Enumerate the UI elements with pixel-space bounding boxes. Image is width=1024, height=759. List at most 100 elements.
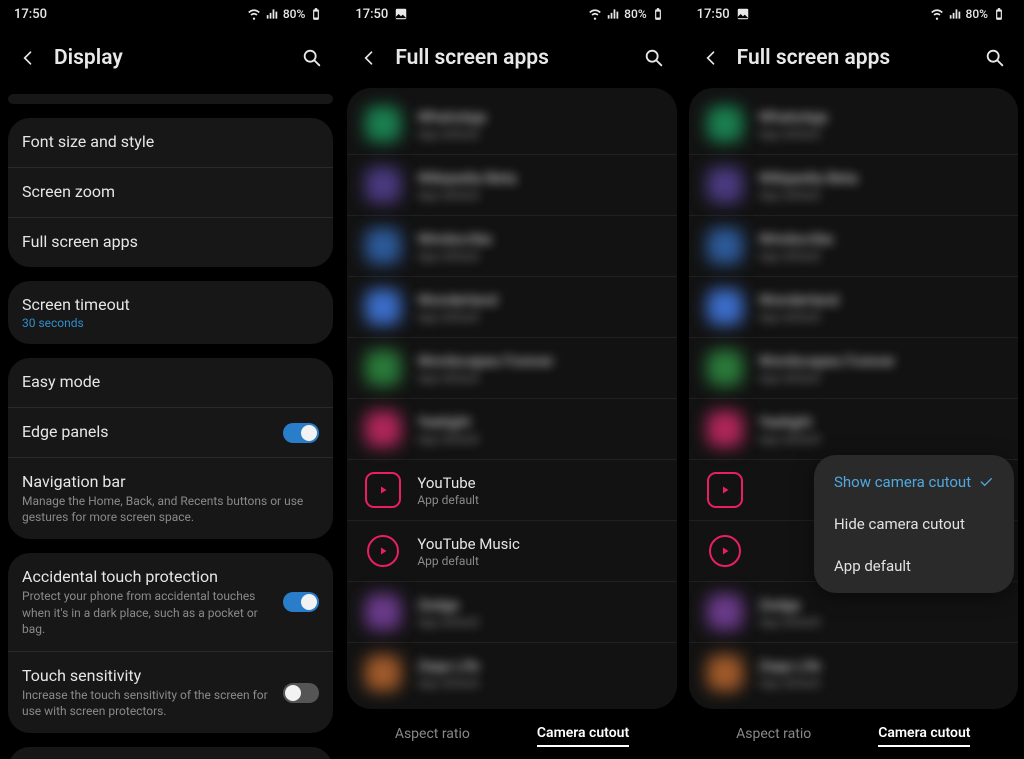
edge-panels-toggle[interactable]: [283, 423, 319, 443]
status-time: 17:50: [355, 7, 388, 22]
edge-panels-row[interactable]: Edge panels: [8, 408, 333, 458]
app-row-blurred[interactable]: WindscribeApp default: [689, 216, 1018, 277]
navigation-bar-label: Navigation bar: [22, 472, 319, 491]
app-row-blurred[interactable]: Zepp LifeApp default: [347, 643, 676, 703]
youtube-music-icon: [709, 535, 741, 567]
popup-show-camera-cutout[interactable]: Show camera cutout: [814, 461, 1014, 503]
status-bar: 17:50 80%: [683, 0, 1024, 28]
bottom-tabs: Aspect ratio Camera cutout: [341, 709, 682, 759]
bottom-tabs: Aspect ratio Camera cutout: [683, 709, 1024, 759]
settings-content[interactable]: Font size and style Screen zoom Full scr…: [0, 88, 341, 759]
screen-timeout-value: 30 seconds: [22, 316, 319, 330]
header: Full screen apps: [341, 28, 682, 88]
tab-aspect-ratio[interactable]: Aspect ratio: [395, 722, 470, 746]
youtube-icon: [365, 472, 401, 508]
charging-info-row[interactable]: Show charging information Show battery l…: [8, 747, 333, 759]
app-row-blurred[interactable]: Wikipedia BetaApp default: [347, 155, 676, 216]
youtube-music-icon: [367, 535, 399, 567]
app-row-blurred[interactable]: Wordscapes ForeverApp default: [689, 338, 1018, 399]
app-row-blurred[interactable]: Wikipedia BetaApp default: [689, 155, 1018, 216]
touch-sensitivity-toggle[interactable]: [283, 683, 319, 703]
popup-app-default[interactable]: App default: [814, 545, 1014, 587]
back-icon[interactable]: [359, 48, 379, 68]
display-group-4: Accidental touch protection Protect your…: [8, 553, 333, 733]
app-row-blurred[interactable]: Zepp LifeApp default: [689, 643, 1018, 703]
app-row-youtube[interactable]: YouTube App default: [347, 460, 676, 521]
tab-camera-cutout[interactable]: Camera cutout: [537, 721, 629, 747]
display-group-3: Easy mode Edge panels Navigation bar Man…: [8, 358, 333, 539]
status-battery-text: 80%: [966, 7, 988, 21]
screen-zoom-row[interactable]: Screen zoom: [8, 168, 333, 218]
status-battery-text: 80%: [624, 7, 646, 21]
accidental-touch-row[interactable]: Accidental touch protection Protect your…: [8, 553, 333, 652]
app-row-blurred[interactable]: YeelightApp default: [689, 399, 1018, 460]
image-icon: [736, 7, 750, 21]
popup-item-label: App default: [834, 557, 911, 575]
header: Full screen apps: [683, 28, 1024, 88]
accidental-touch-label: Accidental touch protection: [22, 567, 273, 586]
youtube-icon: [707, 472, 743, 508]
phone-full-screen-apps-popup: 17:50 80% Full screen apps WhatsAppApp d…: [683, 0, 1024, 759]
status-bar: 17:50 80%: [0, 0, 341, 28]
touch-sensitivity-row[interactable]: Touch sensitivity Increase the touch sen…: [8, 652, 333, 733]
app-row-blurred[interactable]: WhatsAppApp default: [689, 94, 1018, 155]
phone-full-screen-apps: 17:50 80% Full screen apps WhatsAppApp d…: [341, 0, 682, 759]
app-row-blurred[interactable]: WonderlandApp default: [689, 277, 1018, 338]
status-icons: 80%: [588, 7, 664, 21]
screen-timeout-row[interactable]: Screen timeout 30 seconds: [8, 281, 333, 344]
display-group-2: Screen timeout 30 seconds: [8, 281, 333, 344]
status-time: 17:50: [697, 7, 730, 22]
apps-content[interactable]: WhatsAppApp default Wikipedia BetaApp de…: [683, 88, 1024, 709]
app-row-blurred[interactable]: WhatsAppApp default: [347, 94, 676, 155]
signal-icon: [265, 7, 279, 21]
apps-list-card: WhatsAppApp default Wikipedia BetaApp de…: [689, 88, 1018, 709]
accidental-touch-toggle[interactable]: [283, 592, 319, 612]
app-row-blurred[interactable]: Wordscapes ForeverApp default: [347, 338, 676, 399]
app-row-blurred[interactable]: WonderlandApp default: [347, 277, 676, 338]
easy-mode-label: Easy mode: [22, 372, 319, 391]
screen-timeout-label: Screen timeout: [22, 295, 319, 314]
back-icon[interactable]: [701, 48, 721, 68]
font-size-row[interactable]: Font size and style: [8, 118, 333, 168]
navigation-bar-sub: Manage the Home, Back, and Recents butto…: [22, 493, 319, 525]
status-bar: 17:50 80%: [341, 0, 682, 28]
search-icon[interactable]: [984, 47, 1006, 69]
image-icon: [394, 7, 408, 21]
easy-mode-row[interactable]: Easy mode: [8, 358, 333, 408]
app-row-youtube-music[interactable]: YouTube Music App default: [347, 521, 676, 582]
battery-icon: [651, 7, 665, 21]
app-row-blurred[interactable]: YeelightApp default: [347, 399, 676, 460]
app-row-blurred[interactable]: ZedgeApp default: [347, 582, 676, 643]
popup-item-label: Show camera cutout: [834, 473, 971, 491]
scroll-indicator-card: [8, 94, 333, 104]
font-size-label: Font size and style: [22, 132, 319, 151]
status-icons: 80%: [930, 7, 1006, 21]
tab-aspect-ratio[interactable]: Aspect ratio: [736, 722, 811, 746]
cutout-popup-menu: Show camera cutout Hide camera cutout Ap…: [814, 455, 1014, 593]
touch-sensitivity-sub: Increase the touch sensitivity of the sc…: [22, 687, 273, 719]
popup-hide-camera-cutout[interactable]: Hide camera cutout: [814, 503, 1014, 545]
app-name-label: YouTube: [417, 474, 658, 492]
apps-content[interactable]: WhatsAppApp default Wikipedia BetaApp de…: [341, 88, 682, 709]
wifi-icon: [588, 7, 602, 21]
full-screen-apps-row[interactable]: Full screen apps: [8, 218, 333, 267]
touch-sensitivity-label: Touch sensitivity: [22, 666, 273, 685]
tab-camera-cutout[interactable]: Camera cutout: [878, 721, 970, 747]
search-icon[interactable]: [301, 47, 323, 69]
display-group-1: Font size and style Screen zoom Full scr…: [8, 118, 333, 267]
navigation-bar-row[interactable]: Navigation bar Manage the Home, Back, an…: [8, 458, 333, 539]
signal-icon: [606, 7, 620, 21]
battery-icon: [309, 7, 323, 21]
app-default-label: App default: [417, 554, 658, 568]
display-group-5: Show charging information Show battery l…: [8, 747, 333, 759]
page-title: Full screen apps: [395, 46, 626, 70]
phone-display-settings: 17:50 80% Display Font size and style Sc…: [0, 0, 341, 759]
status-time: 17:50: [14, 7, 47, 22]
app-name-label: YouTube Music: [417, 535, 658, 553]
search-icon[interactable]: [643, 47, 665, 69]
apps-list-card: WhatsAppApp default Wikipedia BetaApp de…: [347, 88, 676, 709]
wifi-icon: [247, 7, 261, 21]
back-icon[interactable]: [18, 48, 38, 68]
popup-item-label: Hide camera cutout: [834, 515, 965, 533]
app-row-blurred[interactable]: WindscribeApp default: [347, 216, 676, 277]
